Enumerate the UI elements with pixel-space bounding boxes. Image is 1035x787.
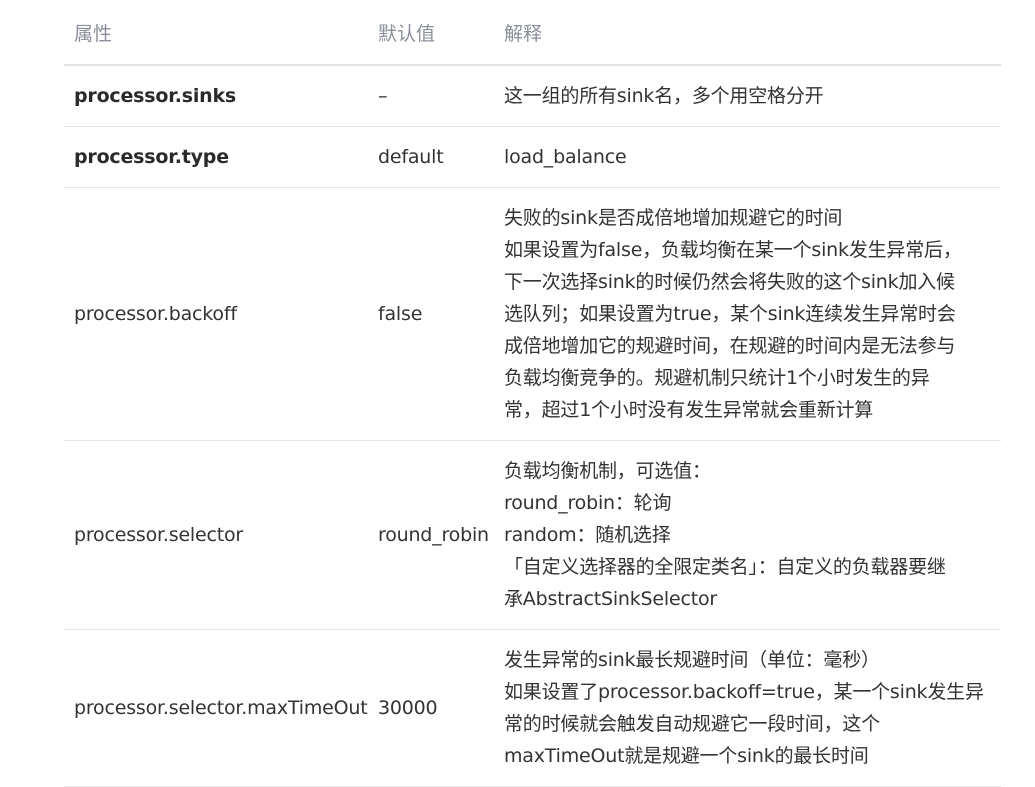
description-line: 成倍地增加它的规避时间，在规避的时间内是无法参与 <box>504 335 956 357</box>
default-value: false <box>368 187 494 441</box>
description: load_balance <box>494 126 1001 188</box>
property-name: processor.selector <box>64 440 368 630</box>
header-property: 属性 <box>64 0 368 66</box>
description: 负载均衡机制，可选值： round_robin：轮询 random：随机选择「自定义… <box>494 440 1001 630</box>
header-description: 解释 <box>494 0 1001 66</box>
default-value: default <box>368 126 494 188</box>
description-line: 如果设置为false，负载均衡在某一个sink发生异常后， <box>504 239 962 261</box>
description-line: random：随机选择 <box>504 524 671 546</box>
property-name: processor.type <box>64 126 368 188</box>
description-line: maxTimeOut就是规避一个sink的最长时间 <box>504 745 869 767</box>
properties-table: 属性 默认值 解释 processor.sinks – 这一组的所有sink名，多个… <box>64 0 1001 787</box>
table-row: processor.selector.maxTimeOut 30000 发生异常的s… <box>64 629 1001 787</box>
description-line: 选队列；如果设置为true，某个sink连续发生异常时会 <box>504 303 956 325</box>
table-body: processor.sinks – 这一组的所有sink名，多个用空格分开 proce… <box>64 65 1001 787</box>
description: 这一组的所有sink名，多个用空格分开 <box>494 65 1001 127</box>
header-default: 默认值 <box>368 0 494 66</box>
table-row: processor.type default load_balance <box>64 126 1001 188</box>
description: 发生异常的sink最长规避时间（单位：毫秒） 如果设置了processor.bac… <box>494 629 1001 787</box>
description-line: 负载均衡机制，可选值： <box>504 460 711 482</box>
property-name: processor.selector.maxTimeOut <box>64 629 368 787</box>
description-line: load_balance <box>504 146 627 168</box>
description-line: 这一组的所有sink名，多个用空格分开 <box>504 85 824 107</box>
description-line: 发生异常的sink最长规避时间（单位：毫秒） <box>504 649 880 671</box>
table-row: processor.sinks – 这一组的所有sink名，多个用空格分开 <box>64 65 1001 127</box>
description-line: round_robin：轮询 <box>504 492 672 514</box>
description-line: 如果设置了processor.backoff=true，某一个sink发生异 <box>504 681 984 703</box>
description-line: 负载均衡竞争的。规避机制只统计1个小时发生的异 <box>504 367 930 389</box>
table-row: processor.backoff false 失败的sink是否成倍地增加规避它的… <box>64 187 1001 441</box>
header-row: 属性 默认值 解释 <box>64 0 1001 66</box>
description-line: 「自定义选择器的全限定类名」：自定义的负载器要继 <box>504 556 946 578</box>
table-row: processor.selector round_robin 负载均衡机制，可选值：… <box>64 440 1001 630</box>
description: 失败的sink是否成倍地增加规避它的时间如果设置为false，负载均衡在某一个s… <box>494 187 1001 441</box>
property-name: processor.backoff <box>64 187 368 441</box>
default-value: 30000 <box>368 629 494 787</box>
description-line: 常，超过1个小时没有发生异常就会重新计算 <box>504 399 874 421</box>
description-line: 下一次选择sink的时候仍然会将失败的这个sink加入候 <box>504 271 955 293</box>
table-header: 属性 默认值 解释 <box>64 0 1001 66</box>
description-line: 失败的sink是否成倍地增加规避它的时间 <box>504 207 843 229</box>
default-value: – <box>368 65 494 127</box>
description-line: 承AbstractSinkSelector <box>504 588 717 610</box>
property-name: processor.sinks <box>64 65 368 127</box>
description-line: 常的时候就会触发自动规避它一段时间，这个 <box>504 713 881 735</box>
default-value: round_robin <box>368 440 494 630</box>
